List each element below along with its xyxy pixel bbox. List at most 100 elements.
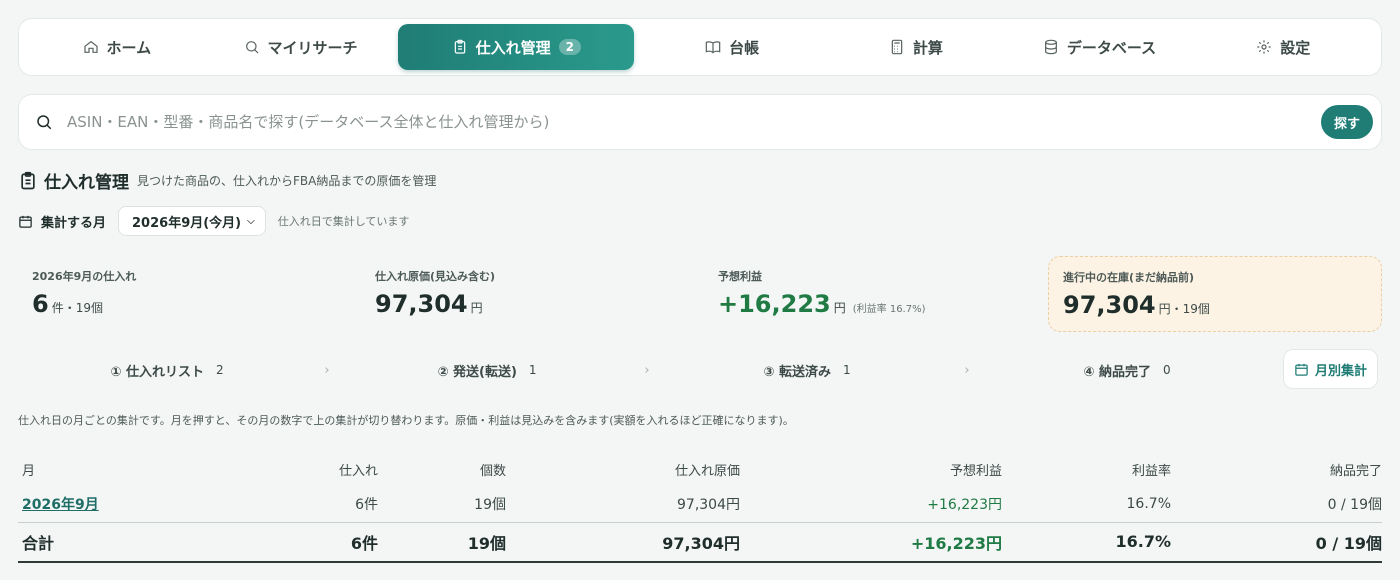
page-subtitle: 見つけた商品の、仕入れからFBA納品までの原価を管理	[137, 174, 437, 188]
kpi-stock-unit: 円・19個	[1158, 302, 1210, 316]
col-delivered: 納品完了	[1329, 463, 1382, 479]
cell-delivered: 0 / 19個	[1327, 496, 1382, 513]
kpi-stock: 進行中の在庫(まだ納品前) 97,304 円・19個	[1048, 256, 1382, 332]
status-steps: ① 仕入れリスト 2 › ② 発送(転送) 1 › ③ 転送済み 1 › ④ 納…	[18, 350, 1382, 390]
total-count: 19個	[378, 521, 506, 563]
kpi-cost-value: 97,304	[375, 290, 468, 318]
total-rate: 16.7%	[1002, 521, 1171, 563]
chevron-down-icon: ⌵	[247, 215, 255, 227]
clipboard-icon	[21, 171, 35, 189]
page-title-row: 仕入れ管理 見つけた商品の、仕入れからFBA納品までの原価を管理	[18, 168, 436, 193]
col-count: 個数	[479, 463, 506, 479]
search-button[interactable]: 探す	[1321, 105, 1373, 139]
month-row: 集計する月 2026年9月(今月) ⌵ 仕入れ日で集計しています	[18, 206, 409, 236]
col-purchases: 仕入れ	[338, 463, 378, 479]
book-icon	[705, 41, 721, 54]
kpi-stock-value: 97,304	[1063, 291, 1156, 319]
nav-my-research-label: マイリサーチ	[267, 38, 358, 57]
search-input[interactable]	[67, 113, 1321, 131]
nav-home-label: ホーム	[106, 38, 152, 57]
col-profit: 予想利益	[949, 463, 1002, 479]
search-bar: 探す	[18, 94, 1382, 150]
kpi-purchases-value: 6	[32, 290, 49, 318]
step-label: ① 仕入れリスト	[110, 364, 204, 380]
table-row: 2026年9月 6件 19個 97,304円 +16,223円 16.7% 0 …	[18, 486, 1382, 522]
search-icon	[37, 115, 52, 130]
step-delivered[interactable]: ④ 納品完了 0	[978, 361, 1276, 380]
step-label: ③ 転送済み	[763, 364, 831, 380]
kpi-purchases-unit: 件・19個	[51, 301, 103, 315]
nav-purchase-management-label: 仕入れ管理	[475, 38, 551, 57]
nav-calculator[interactable]: 計算	[824, 24, 1008, 70]
kpi-profit-rate: (利益率 16.7%)	[852, 304, 926, 315]
step-label: ④ 納品完了	[1083, 364, 1151, 380]
gear-icon	[1257, 40, 1271, 54]
database-icon	[1044, 39, 1057, 55]
month-label: 集計する月	[41, 215, 107, 231]
table-explanation: 仕入れ日の月ごとの集計です。月を押すと、その月の数字で上の集計が切り替わります。…	[18, 414, 794, 427]
nav-database-label: データベース	[1066, 38, 1157, 57]
total-label: 合計	[18, 521, 138, 563]
nav-settings[interactable]: 設定	[1191, 24, 1375, 70]
home-icon	[83, 40, 98, 53]
cell-month: 2026年9月	[18, 486, 138, 522]
nav-my-research[interactable]: マイリサーチ	[209, 24, 393, 70]
nav-ledger-label: 台帳	[729, 38, 760, 57]
nav-purchase-management[interactable]: 仕入れ管理 2	[398, 24, 635, 70]
calculator-icon	[891, 39, 903, 55]
monthly-summary-label: 月別集計	[1314, 363, 1367, 379]
clipboard-icon	[454, 39, 465, 54]
month-note: 仕入れ日で集計しています	[277, 215, 410, 228]
step-count: 1	[528, 363, 537, 377]
cell-count: 19個	[474, 496, 506, 513]
kpi-cost-unit: 円	[470, 301, 483, 315]
col-rate: 利益率	[1131, 463, 1171, 479]
kpi-profit-value: +16,223	[718, 290, 831, 318]
main-nav: ホーム マイリサーチ 仕入れ管理 2 台帳 計算 データベース 設定	[18, 18, 1382, 76]
chevron-right-icon: ›	[644, 362, 650, 378]
col-month: 月	[22, 463, 36, 479]
nav-calculator-label: 計算	[912, 38, 943, 57]
kpi-profit-title: 予想利益	[718, 270, 762, 283]
chevron-right-icon: ›	[324, 362, 330, 378]
step-count: 2	[215, 363, 224, 377]
total-cost: 97,304円	[506, 521, 740, 563]
cell-purchases: 6件	[355, 496, 378, 513]
step-shipping[interactable]: ② 発送(転送) 1	[338, 361, 636, 380]
nav-database[interactable]: データベース	[1008, 24, 1192, 70]
step-count: 0	[1162, 363, 1171, 377]
month-link[interactable]: 2026年9月	[22, 497, 99, 513]
nav-home[interactable]: ホーム	[25, 24, 209, 70]
kpi-cost: 仕入れ原価(見込み含む) 97,304 円	[361, 256, 691, 332]
page-title: 仕入れ管理	[44, 173, 129, 193]
nav-settings-label: 設定	[1280, 38, 1311, 57]
step-label: ② 発送(転送)	[437, 364, 517, 380]
nav-ledger[interactable]: 台帳	[640, 24, 824, 70]
cell-rate: 16.7%	[1126, 495, 1171, 512]
total-purchases: 6件	[138, 521, 378, 563]
kpi-purchases-title: 2026年9月の仕入れ	[32, 270, 137, 283]
cell-cost: 97,304円	[677, 496, 740, 513]
kpi-profit-unit: 円	[833, 301, 846, 315]
calendar-icon	[1295, 363, 1308, 376]
monthly-table: 月 仕入れ 個数 仕入れ原価 予想利益 利益率 納品完了 2026年9月 6件 …	[18, 452, 1382, 563]
step-count: 1	[842, 363, 851, 377]
month-select[interactable]: 2026年9月(今月) ⌵	[118, 206, 266, 236]
total-profit: +16,223円	[740, 521, 1002, 563]
nav-badge: 2	[558, 39, 582, 55]
table-header-row: 月 仕入れ 個数 仕入れ原価 予想利益 利益率 納品完了	[18, 452, 1382, 486]
kpi-profit: 予想利益 +16,223 円 (利益率 16.7%)	[704, 256, 1034, 332]
step-forwarded[interactable]: ③ 転送済み 1	[658, 361, 956, 380]
monthly-summary-button[interactable]: 月別集計	[1282, 349, 1378, 389]
table-total-row: 合計 6件 19個 97,304円 +16,223円 16.7% 0 / 19個	[18, 521, 1382, 563]
col-cost: 仕入れ原価	[674, 463, 740, 479]
total-delivered: 0 / 19個	[1171, 521, 1382, 563]
kpi-cost-title: 仕入れ原価(見込み含む)	[375, 270, 496, 283]
kpi-purchases: 2026年9月の仕入れ 6 件・19個	[18, 256, 348, 332]
kpi-stock-title: 進行中の在庫(まだ納品前)	[1063, 271, 1195, 284]
chevron-right-icon: ›	[964, 362, 970, 378]
calendar-icon	[19, 215, 32, 228]
month-select-value: 2026年9月(今月)	[132, 215, 242, 231]
step-purchase-list[interactable]: ① 仕入れリスト 2	[18, 361, 316, 380]
cell-profit: +16,223円	[927, 496, 1002, 513]
